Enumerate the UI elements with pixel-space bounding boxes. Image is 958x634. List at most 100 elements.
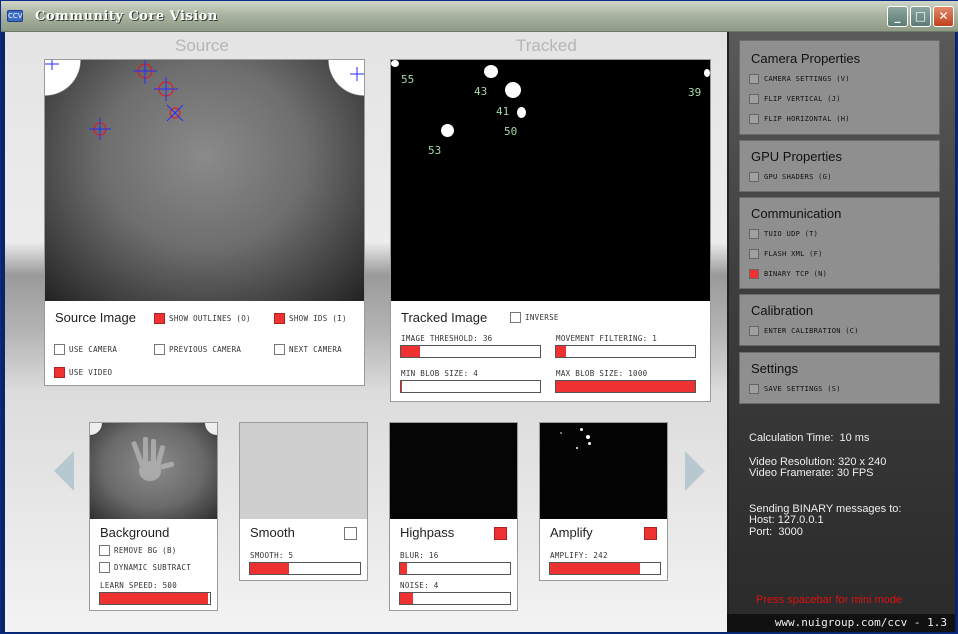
remove-bg-checkbox[interactable]: Remove BG (B) xyxy=(99,545,177,556)
remove-bg-box[interactable] xyxy=(99,545,110,556)
arrow-left-icon[interactable] xyxy=(54,451,74,491)
save-settings-checkbox[interactable]: Save Settings (S) xyxy=(749,384,841,394)
slider-fill xyxy=(400,563,407,574)
show-ids-label: Show IDs (I) xyxy=(289,314,347,323)
calibration-title: Calibration xyxy=(751,303,814,318)
amplify-enable-checkbox[interactable] xyxy=(644,527,657,540)
gpu-properties-title: GPU Properties xyxy=(751,149,843,164)
flip-horizontal-label: Flip Horizontal (H) xyxy=(764,115,850,123)
tuio-udp-box[interactable] xyxy=(749,229,759,239)
use-camera-checkbox[interactable]: Use Camera xyxy=(54,344,117,355)
settings-sidebar: Camera Properties Camera Settings (V) Fl… xyxy=(727,32,955,632)
slider-fill xyxy=(400,593,414,604)
blob-id-label: 53 xyxy=(428,144,442,157)
amplify-filter-panel: Amplify Amplify: 242 xyxy=(539,422,668,581)
main-area: Source Tracked Source Image SHOW OUTLINE… xyxy=(5,32,955,632)
movement-filtering-slider[interactable] xyxy=(555,345,696,358)
highpass-enable-checkbox[interactable] xyxy=(494,527,507,540)
slider-fill xyxy=(401,346,421,357)
gpu-shaders-box[interactable] xyxy=(749,172,759,182)
dynamic-subtract-checkbox[interactable]: Dynamic Subtract xyxy=(99,562,191,573)
inverse-label: Inverse xyxy=(525,313,559,322)
use-video-checkbox[interactable]: Use Video xyxy=(54,367,112,378)
slider-fill xyxy=(556,381,695,392)
source-image-title: Source Image xyxy=(55,310,136,325)
blob-outline-markers xyxy=(45,60,364,140)
background-preview xyxy=(90,423,217,519)
smooth-filter-panel: Smooth Smooth: 5 xyxy=(239,422,368,581)
blur-label: Blur: 16 xyxy=(400,551,439,560)
enter-calibration-checkbox[interactable]: Enter Calibration (C) xyxy=(749,326,859,336)
maximize-button[interactable]: □ xyxy=(910,6,931,27)
slider-fill xyxy=(100,593,208,604)
tracked-panel: 55 43 41 50 53 39 Tracked Image Inverse … xyxy=(390,59,711,402)
calibration-panel: Calibration Enter Calibration (C) xyxy=(739,294,940,346)
blob-id-label: 43 xyxy=(474,85,488,98)
inverse-box[interactable] xyxy=(510,312,521,323)
arrow-right-icon[interactable] xyxy=(685,451,705,491)
close-button[interactable]: ✕ xyxy=(933,6,954,27)
window-title: Community Core Vision xyxy=(35,9,218,24)
next-camera-label: Next Camera xyxy=(289,345,342,354)
show-ids-box[interactable] xyxy=(274,313,285,324)
smooth-preview xyxy=(240,423,367,519)
highpass-title: Highpass xyxy=(400,525,455,540)
flip-vertical-box[interactable] xyxy=(749,94,759,104)
use-video-box[interactable] xyxy=(54,367,65,378)
tuio-udp-checkbox[interactable]: TUIO UDP (T) xyxy=(749,229,818,239)
min-blob-size-slider[interactable] xyxy=(400,380,541,393)
use-camera-box[interactable] xyxy=(54,344,65,355)
flash-xml-label: Flash XML (F) xyxy=(764,250,823,258)
title-bar[interactable]: CCV Community Core Vision _ □ ✕ xyxy=(1,1,958,32)
flip-vertical-label: Flip Vertical (J) xyxy=(764,95,841,103)
camera-settings-checkbox[interactable]: Camera Settings (V) xyxy=(749,74,850,84)
use-camera-label: Use Camera xyxy=(69,345,118,354)
inverse-checkbox[interactable]: Inverse xyxy=(510,312,559,323)
flip-horizontal-box[interactable] xyxy=(749,114,759,124)
dynamic-subtract-label: Dynamic Subtract xyxy=(114,563,192,572)
settings-title: Settings xyxy=(751,361,798,376)
next-camera-box[interactable] xyxy=(274,344,285,355)
dynamic-subtract-box[interactable] xyxy=(99,562,110,573)
flip-vertical-checkbox[interactable]: Flip Vertical (J) xyxy=(749,94,841,104)
gpu-shaders-checkbox[interactable]: GPU Shaders (G) xyxy=(749,172,832,182)
binary-tcp-checkbox[interactable]: Binary TCP (N) xyxy=(749,269,827,279)
image-threshold-slider[interactable] xyxy=(400,345,541,358)
blob-id-label: 41 xyxy=(496,105,510,118)
source-video[interactable] xyxy=(45,60,364,301)
slider-fill xyxy=(401,381,403,392)
smooth-amount-slider[interactable] xyxy=(249,562,361,575)
save-settings-label: Save Settings (S) xyxy=(764,385,841,393)
app-window: CCV Community Core Vision _ □ ✕ Source T… xyxy=(0,0,958,634)
show-outlines-checkbox[interactable]: Show Outlines (O) xyxy=(154,313,251,324)
enter-calibration-box[interactable] xyxy=(749,326,759,336)
minimize-button[interactable]: _ xyxy=(887,6,908,27)
footer-url: www.nuigroup.com/ccv - 1.3 xyxy=(727,614,955,632)
background-title: Background xyxy=(100,525,170,540)
previous-camera-box[interactable] xyxy=(154,344,165,355)
save-settings-box[interactable] xyxy=(749,384,759,394)
slider-fill xyxy=(550,563,641,574)
tracked-image-title: Tracked Image xyxy=(401,310,488,325)
show-ids-checkbox[interactable]: Show IDs (I) xyxy=(274,313,347,324)
highpass-filter-panel: Highpass Blur: 16 Noise: 4 xyxy=(389,422,518,611)
next-camera-checkbox[interactable]: Next Camera xyxy=(274,344,342,355)
binary-tcp-box[interactable] xyxy=(749,269,759,279)
show-outlines-box[interactable] xyxy=(154,313,165,324)
noise-slider[interactable] xyxy=(399,592,511,605)
flash-xml-box[interactable] xyxy=(749,249,759,259)
flip-horizontal-checkbox[interactable]: Flip Horizontal (H) xyxy=(749,114,850,124)
blob-id-label: 55 xyxy=(401,73,415,86)
flash-xml-checkbox[interactable]: Flash XML (F) xyxy=(749,249,823,259)
learn-speed-slider[interactable] xyxy=(99,592,211,605)
previous-camera-checkbox[interactable]: Previous Camera xyxy=(154,344,241,355)
amplify-amount-slider[interactable] xyxy=(549,562,661,575)
use-video-label: Use Video xyxy=(69,368,113,377)
smooth-enable-checkbox[interactable] xyxy=(344,527,357,540)
amplify-amount-label: Amplify: 242 xyxy=(550,551,608,560)
blur-slider[interactable] xyxy=(399,562,511,575)
camera-settings-box[interactable] xyxy=(749,74,759,84)
max-blob-size-slider[interactable] xyxy=(555,380,696,393)
source-panel: Source Image Show Outlines (O) Show IDs … xyxy=(44,59,365,386)
gpu-properties-panel: GPU Properties GPU Shaders (G) xyxy=(739,140,940,192)
